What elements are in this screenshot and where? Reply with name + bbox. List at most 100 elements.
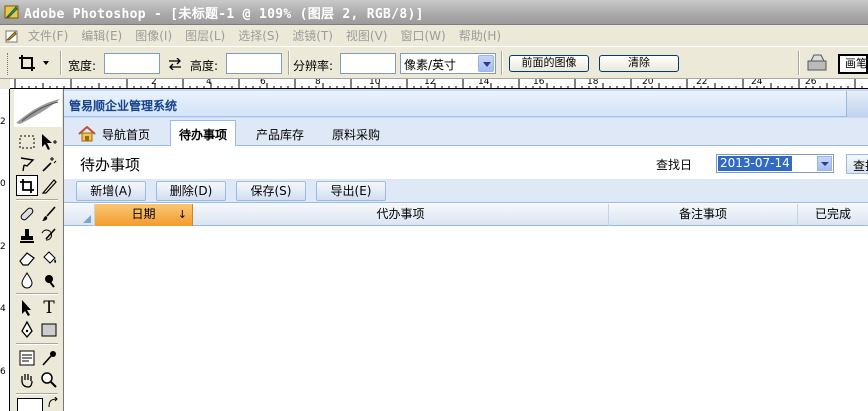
ruler-left[interactable]: 2 0 2 4 6 bbox=[0, 89, 10, 411]
chevron-down-icon bbox=[43, 61, 49, 65]
lasso-tool[interactable] bbox=[16, 153, 38, 174]
column-header-done[interactable]: 已完成 bbox=[798, 204, 868, 226]
eyedropper-icon bbox=[42, 350, 56, 366]
ruler-label: 20 bbox=[642, 79, 654, 87]
menu-filter[interactable]: 滤镜(T) bbox=[292, 27, 333, 44]
healing-brush-tool[interactable] bbox=[16, 203, 38, 224]
document-icon bbox=[5, 30, 18, 42]
swap-colors-icon[interactable] bbox=[47, 397, 59, 409]
lasso-icon bbox=[20, 156, 35, 171]
path-selection-tool[interactable] bbox=[16, 297, 38, 318]
crop-tool[interactable] bbox=[16, 175, 38, 196]
zoom-tool[interactable] bbox=[38, 369, 60, 390]
crop-icon bbox=[20, 178, 34, 193]
paint-bucket-icon bbox=[43, 250, 57, 264]
tab-inventory[interactable]: 产品库存 bbox=[248, 121, 312, 146]
clone-stamp-tool[interactable] bbox=[16, 225, 38, 246]
search-button[interactable]: 查找 bbox=[846, 154, 868, 174]
type-tool[interactable]: T bbox=[38, 297, 60, 318]
ruler-label: 2 bbox=[0, 242, 6, 252]
front-image-button[interactable]: 前面的图像 bbox=[509, 55, 589, 72]
resolution-unit-select[interactable]: 像素/英寸 bbox=[400, 53, 496, 74]
path-arrow-icon bbox=[22, 299, 31, 316]
options-separator bbox=[798, 51, 800, 75]
column-header-task[interactable]: 代办事项 bbox=[193, 204, 609, 226]
tab-home-label: 导航首页 bbox=[102, 128, 151, 142]
blur-tool[interactable] bbox=[16, 269, 38, 290]
ruler-label: 26 bbox=[805, 79, 817, 87]
search-date-field[interactable]: 2013-07-14 bbox=[716, 154, 834, 173]
tab-purchasing[interactable]: 原料采购 bbox=[324, 121, 388, 146]
menu-window[interactable]: 窗口(W) bbox=[400, 27, 445, 44]
window-title: Adobe Photoshop - [未标题-1 @ 109% (图层 2, R… bbox=[24, 6, 424, 22]
column-header-date[interactable]: 日期 ↓ bbox=[95, 204, 193, 226]
magnifier-icon bbox=[41, 371, 57, 388]
column-header-notes[interactable]: 备注事项 bbox=[609, 204, 798, 226]
ruler-label: 6 bbox=[260, 79, 266, 87]
eraser-tool[interactable] bbox=[16, 247, 38, 268]
width-label: 宽度: bbox=[68, 59, 97, 73]
menu-view[interactable]: 视图(V) bbox=[346, 27, 388, 44]
paint-bucket-tool[interactable] bbox=[38, 247, 60, 268]
sort-arrow-icon: ↓ bbox=[177, 208, 187, 221]
swap-icon[interactable] bbox=[168, 58, 182, 70]
add-button[interactable]: 新增(A) bbox=[76, 181, 146, 201]
history-brush-tool[interactable] bbox=[38, 225, 60, 246]
tab-purchasing-label: 原料采购 bbox=[332, 128, 381, 142]
palette-well-icon[interactable] bbox=[805, 52, 831, 74]
menu-file[interactable]: 文件(F) bbox=[28, 27, 68, 44]
app-title-bar[interactable]: 管易顺企业管理系统 bbox=[64, 91, 868, 117]
hand-tool[interactable] bbox=[16, 369, 38, 390]
tab-todo-label: 待办事项 bbox=[179, 128, 228, 142]
height-input[interactable] bbox=[226, 53, 282, 74]
menu-image[interactable]: 图像(I) bbox=[135, 27, 172, 44]
ruler-label: 14 bbox=[478, 79, 490, 87]
options-separator bbox=[501, 51, 503, 75]
width-input[interactable] bbox=[104, 53, 160, 74]
brush-tool[interactable] bbox=[38, 203, 60, 224]
chevron-down-icon[interactable] bbox=[817, 156, 832, 171]
menu-layer[interactable]: 图层(L) bbox=[185, 27, 225, 44]
save-button[interactable]: 保存(S) bbox=[236, 181, 306, 201]
export-button[interactable]: 导出(E) bbox=[316, 181, 386, 201]
tab-home[interactable]: 导航首页 bbox=[72, 121, 158, 146]
marquee-tool[interactable] bbox=[16, 131, 38, 152]
photoshop-title-bar[interactable]: Adobe Photoshop - [未标题-1 @ 109% (图层 2, R… bbox=[0, 0, 868, 25]
notes-tool[interactable] bbox=[16, 347, 38, 368]
feather-logo-icon bbox=[16, 99, 60, 124]
ruler-label: 8 bbox=[315, 79, 321, 87]
menu-edit[interactable]: 编辑(E) bbox=[81, 27, 122, 44]
clear-button[interactable]: 清除 bbox=[599, 55, 679, 72]
pen-tool[interactable] bbox=[16, 319, 38, 340]
home-icon bbox=[78, 125, 96, 142]
slice-tool[interactable] bbox=[38, 175, 60, 196]
brush-icon bbox=[42, 205, 56, 221]
rectangle-shape-icon bbox=[41, 323, 57, 336]
grid-select-all[interactable] bbox=[64, 204, 95, 226]
magic-wand-tool[interactable] bbox=[38, 153, 60, 174]
move-tool[interactable] bbox=[38, 131, 60, 152]
crop-tool-preset[interactable] bbox=[18, 52, 54, 74]
brushes-palette-tab[interactable]: 画笔 bbox=[838, 54, 868, 74]
toolbox-header[interactable] bbox=[14, 89, 62, 127]
options-grip[interactable] bbox=[7, 53, 10, 75]
ruler-top[interactable]: 2 4 6 8 10 12 14 16 18 20 22 24 26 bbox=[10, 79, 868, 89]
foreground-color-swatch[interactable] bbox=[17, 398, 43, 411]
shape-tool[interactable] bbox=[38, 319, 60, 340]
ruler-label: 12 bbox=[424, 79, 436, 87]
grid-body[interactable] bbox=[64, 227, 868, 411]
chevron-down-icon bbox=[478, 55, 494, 72]
eyedropper-tool[interactable] bbox=[38, 347, 60, 368]
height-label: 高度: bbox=[190, 59, 219, 73]
delete-button[interactable]: 删除(D) bbox=[156, 181, 226, 201]
ruler-label: 4 bbox=[0, 304, 6, 314]
toolbox-separator bbox=[16, 293, 58, 295]
menu-select[interactable]: 选择(S) bbox=[238, 27, 279, 44]
resolution-input[interactable] bbox=[340, 53, 396, 74]
burn-tool[interactable] bbox=[38, 269, 60, 290]
tab-todo[interactable]: 待办事项 bbox=[170, 120, 237, 147]
menu-help[interactable]: 帮助(H) bbox=[459, 27, 501, 44]
water-drop-icon bbox=[21, 271, 33, 288]
ruler-label: 2 bbox=[0, 117, 6, 127]
note-icon bbox=[19, 350, 35, 365]
